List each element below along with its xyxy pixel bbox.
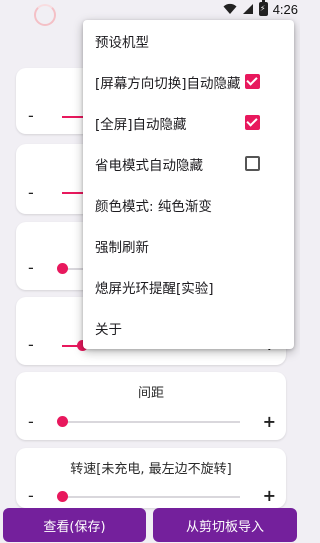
menu-item-label: 关于: [95, 321, 122, 338]
rotation-speed-plus-button[interactable]: +: [263, 486, 276, 505]
import-clipboard-button[interactable]: 从剪切板导入: [153, 508, 297, 542]
slider-minus-button-1[interactable]: -: [28, 106, 34, 125]
wifi-icon: [223, 3, 237, 15]
menu-item-rotate-autohide[interactable]: [屏幕方向切换]自动隐藏: [83, 61, 294, 102]
spacing-slider-thumb[interactable]: [57, 416, 68, 427]
status-time: 4:26: [272, 1, 298, 17]
menu-item-label: [屏幕方向切换]自动隐藏: [95, 75, 241, 92]
menu-item-label: 省电模式自动隐藏: [95, 157, 203, 174]
slider-thumb-3[interactable]: [57, 263, 68, 274]
menu-item-label: 预设机型: [95, 34, 149, 51]
fullscreen-autohide-checkbox[interactable]: [245, 115, 260, 130]
spacing-plus-button[interactable]: +: [263, 412, 276, 431]
view-save-button[interactable]: 查看(保存): [3, 508, 146, 542]
slider-card-rotation-speed: 转速[未充电, 最左边不旋转] - +: [16, 448, 286, 508]
menu-item-fullscreen-autohide[interactable]: [全屏]自动隐藏: [83, 102, 294, 143]
rotation-speed-slider-track[interactable]: [57, 491, 240, 502]
menu-item-powersave-autohide[interactable]: 省电模式自动隐藏: [83, 143, 294, 184]
signal-icon: [242, 4, 253, 14]
slider-title-spacing: 间距: [137, 386, 164, 401]
rotation-speed-slider-thumb[interactable]: [57, 491, 68, 502]
menu-item-force-refresh[interactable]: 强制刷新: [83, 225, 294, 266]
loading-spinner-icon: [34, 4, 56, 26]
menu-item-label: 熄屏光环提醒[实验]: [95, 280, 214, 297]
spacing-minus-button[interactable]: -: [28, 412, 34, 431]
app-screen: ⚡ 4:26 - + - + - + -: [0, 0, 300, 543]
slider-minus-button-3[interactable]: -: [28, 258, 34, 277]
battery-icon: ⚡: [258, 0, 268, 16]
battery-charging-glyph: ⚡: [259, 4, 266, 13]
overflow-menu: 预设机型 [屏幕方向切换]自动隐藏 [全屏]自动隐藏 省电模式自动隐藏 颜色模式…: [83, 20, 294, 349]
status-icons: ⚡ 4:26: [223, 0, 298, 18]
menu-item-label: 强制刷新: [95, 239, 149, 256]
powersave-autohide-checkbox[interactable]: [245, 156, 260, 171]
rotate-autohide-checkbox[interactable]: [245, 74, 260, 89]
slider-minus-button-2[interactable]: -: [28, 183, 34, 202]
status-bar: ⚡ 4:26: [0, 0, 300, 26]
menu-item-screen-off-ring[interactable]: 熄屏光环提醒[实验]: [83, 266, 294, 307]
menu-item-color-mode[interactable]: 颜色模式: 纯色渐变: [83, 184, 294, 225]
slider-card-spacing: 间距 - +: [16, 372, 286, 440]
menu-item-preset-model[interactable]: 预设机型: [83, 20, 294, 61]
menu-item-about[interactable]: 关于: [83, 307, 294, 348]
rotation-speed-minus-button[interactable]: -: [28, 486, 34, 505]
spacing-slider-track[interactable]: [57, 416, 240, 427]
slider-title-rotation-speed: 转速[未充电, 最左边不旋转]: [70, 462, 232, 477]
slider-minus-button-4[interactable]: -: [28, 335, 34, 354]
menu-item-label: 颜色模式: 纯色渐变: [95, 198, 212, 215]
menu-item-label: [全屏]自动隐藏: [95, 116, 187, 133]
